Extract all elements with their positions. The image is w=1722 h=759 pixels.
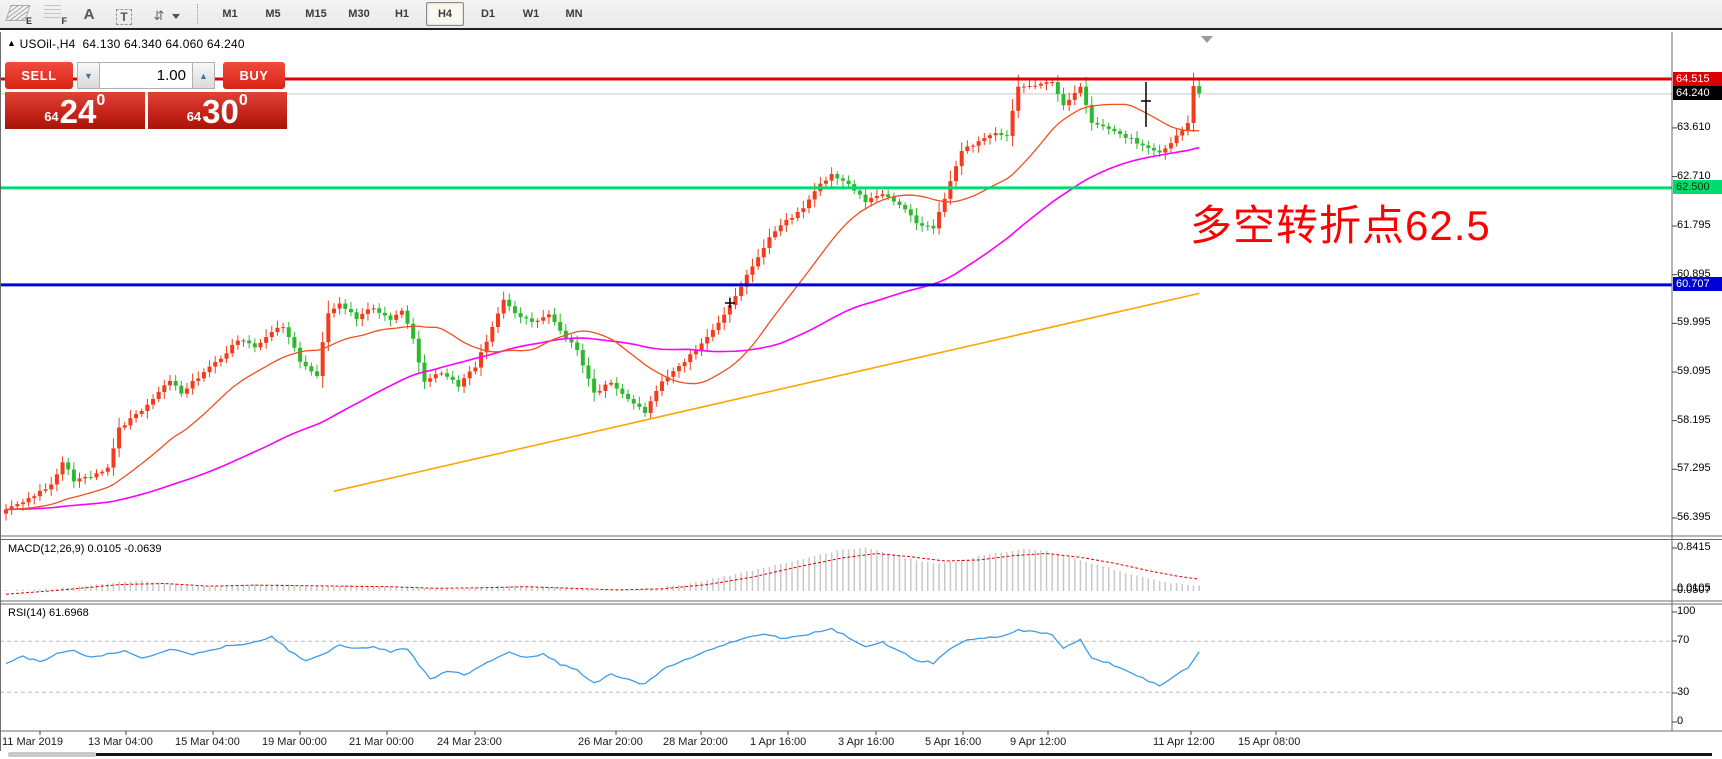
time-tick: 5 Apr 16:00 <box>925 736 981 748</box>
scrollbar-thumb[interactable] <box>8 752 96 757</box>
symbol-ohlc: 64.130 64.340 64.060 64.240 <box>83 37 245 51</box>
time-tick: 28 Mar 20:00 <box>663 736 728 748</box>
price-tick: 61.795 <box>1677 219 1711 231</box>
collapse-arrow-icon[interactable]: ▲ <box>7 38 16 48</box>
mt4-window: E F A T ⇵ M1M5M15M30H1H4D1W1MN ▲ USOil-,… <box>0 0 1722 759</box>
price-badge: 60.707 <box>1673 277 1722 291</box>
time-tick: 13 Mar 04:00 <box>88 736 153 748</box>
time-tick: 21 Mar 00:00 <box>349 736 414 748</box>
price-badge: 64.515 <box>1673 72 1722 86</box>
time-tick: 11 Mar 2019 <box>2 736 63 748</box>
time-tick: 15 Apr 08:00 <box>1238 736 1300 748</box>
symbol-header: ▲ USOil-,H4 64.130 64.340 64.060 64.240 <box>7 37 245 51</box>
buy-price-point: 0 <box>239 93 248 109</box>
volume-increase-button[interactable]: ▲ <box>192 62 215 89</box>
macd-tick: 0.8415 <box>1677 541 1711 553</box>
macd-current-value: 0.0105 <box>1677 582 1711 594</box>
time-tick: 15 Mar 04:00 <box>175 736 240 748</box>
buy-button[interactable]: BUY <box>223 62 285 89</box>
buy-price-pips: 30 <box>202 97 239 127</box>
sell-price-prefix: 64 <box>44 107 58 127</box>
macd-label: MACD(12,26,9) 0.0105 -0.0639 <box>8 543 162 555</box>
sell-price-point: 0 <box>96 93 105 109</box>
price-tick: 56.395 <box>1677 511 1711 523</box>
rsi-tick: 0 <box>1677 715 1683 727</box>
symbol-name: USOil-,H4 <box>20 37 76 51</box>
buy-price-display[interactable]: 64 30 0 <box>148 92 288 129</box>
sell-price-display[interactable]: 64 24 0 <box>5 92 145 129</box>
rsi-tick: 100 <box>1677 605 1695 617</box>
time-tick: 3 Apr 16:00 <box>838 736 894 748</box>
price-tick: 59.095 <box>1677 365 1711 377</box>
rsi-label: RSI(14) 61.6968 <box>8 607 89 619</box>
time-tick: 19 Mar 00:00 <box>262 736 327 748</box>
scrollbar-track[interactable] <box>96 753 1712 756</box>
time-tick: 26 Mar 20:00 <box>578 736 643 748</box>
price-badge: 62.500 <box>1673 180 1722 194</box>
volume-input[interactable] <box>100 63 192 88</box>
buy-price-prefix: 64 <box>187 107 201 127</box>
chart-annotation-text: 多空转折点62.5 <box>1190 192 1491 253</box>
price-tick: 57.295 <box>1677 462 1711 474</box>
price-tick: 59.995 <box>1677 316 1711 328</box>
rsi-tick: 70 <box>1677 634 1689 646</box>
price-tick: 58.195 <box>1677 414 1711 426</box>
time-tick: 24 Mar 23:00 <box>437 736 502 748</box>
price-badge: 64.240 <box>1673 86 1722 100</box>
price-tick: 63.610 <box>1677 121 1711 133</box>
chart-shift-marker-icon[interactable] <box>1201 36 1213 43</box>
one-click-trading-panel: SELL ▼ ▲ BUY 64 24 0 64 30 0 <box>5 62 287 129</box>
time-tick: 9 Apr 12:00 <box>1010 736 1066 748</box>
rsi-tick: 30 <box>1677 686 1689 698</box>
sell-button[interactable]: SELL <box>5 62 73 89</box>
volume-decrease-button[interactable]: ▼ <box>77 62 100 89</box>
time-tick: 11 Apr 12:00 <box>1153 736 1215 748</box>
time-tick: 1 Apr 16:00 <box>750 736 806 748</box>
sell-price-pips: 24 <box>60 97 97 127</box>
volume-field-wrap <box>100 62 192 89</box>
